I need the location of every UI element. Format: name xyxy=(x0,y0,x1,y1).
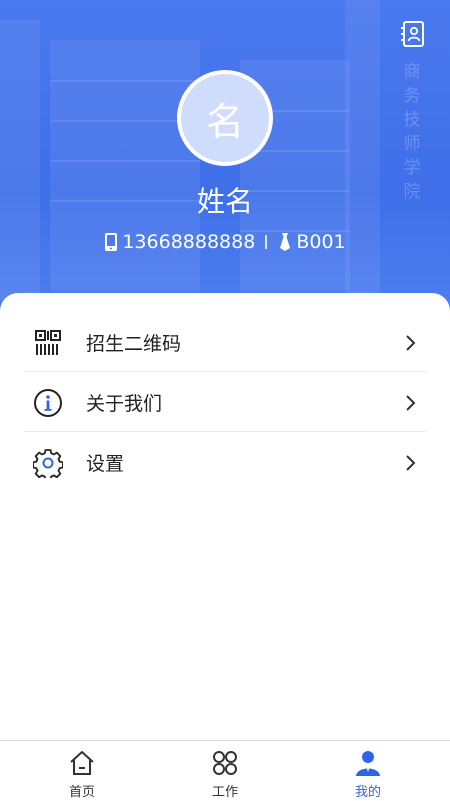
background-building xyxy=(50,160,200,162)
employee-id: B001 xyxy=(296,231,346,253)
background-building xyxy=(50,80,200,82)
gear-icon xyxy=(33,448,63,478)
divider xyxy=(24,371,426,372)
background-building xyxy=(0,20,40,300)
tab-work[interactable]: 工作 xyxy=(165,741,285,801)
menu-item-label: 关于我们 xyxy=(86,393,163,415)
profile-icon xyxy=(356,751,380,776)
tab-label: 首页 xyxy=(68,785,95,800)
chevron-right-icon xyxy=(406,454,416,471)
phone-icon xyxy=(105,233,118,251)
phone-number: 13668888888 xyxy=(122,231,256,253)
contact-card-button[interactable] xyxy=(398,18,428,50)
menu-item-qr-code[interactable]: 招生二维码 xyxy=(24,313,426,372)
user-info-row: 13668888888 B001 xyxy=(0,231,450,253)
menu-item-label: 设置 xyxy=(86,453,125,475)
tab-home[interactable]: 首页 xyxy=(22,741,142,801)
tab-label: 我的 xyxy=(354,785,381,800)
menu-item-label: 招生二维码 xyxy=(86,333,182,355)
tie-icon xyxy=(280,233,291,251)
divider xyxy=(24,431,426,432)
menu-card: 招生二维码 关于我们 设置 xyxy=(0,293,450,740)
qr-code-icon xyxy=(35,329,61,355)
tab-label: 工作 xyxy=(211,785,238,800)
menu-item-about-us[interactable]: 关于我们 xyxy=(24,373,426,432)
info-separator xyxy=(265,235,268,249)
menu-item-settings[interactable]: 设置 xyxy=(24,433,426,492)
bottom-tab-bar: 首页 工作 我的 xyxy=(0,740,450,800)
user-name: 姓名 xyxy=(196,185,253,218)
avatar[interactable]: 名 xyxy=(177,70,273,166)
tab-mine[interactable]: 我的 xyxy=(308,741,428,801)
work-grid-icon xyxy=(213,751,237,775)
profile-header: 商务技师学院 名 姓名 13668888888 B001 xyxy=(0,0,450,320)
info-icon xyxy=(34,388,62,417)
chevron-right-icon xyxy=(406,334,416,351)
background-building xyxy=(345,0,380,300)
contact-card-icon xyxy=(401,21,424,47)
avatar-initial: 名 xyxy=(205,99,244,144)
home-icon xyxy=(70,751,94,775)
chevron-right-icon xyxy=(406,394,416,411)
